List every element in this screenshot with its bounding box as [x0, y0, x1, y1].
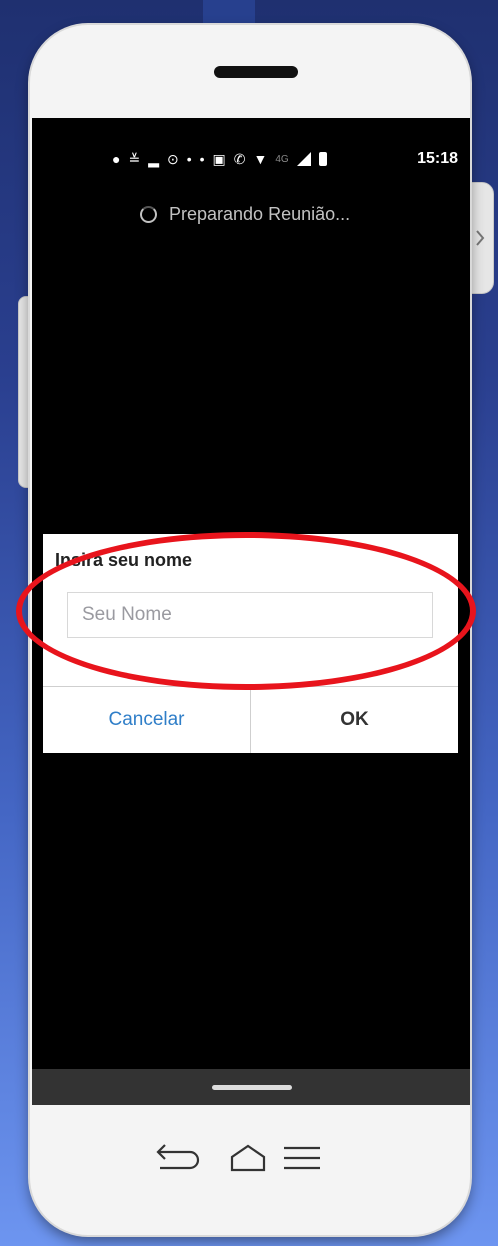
highlight-ellipse	[16, 532, 476, 690]
app-icon: ≚	[128, 150, 141, 167]
facebook-icon: ●	[112, 151, 121, 167]
call-icon: ✆	[233, 150, 246, 167]
dot-icon: •	[186, 151, 192, 167]
status-bar: ● ≚ ▂ ⊙ • • ▣ ✆ ▼ 4G 15:18	[32, 148, 470, 170]
record-icon: ⊙	[166, 150, 179, 167]
spinner-icon	[140, 206, 157, 223]
loading-indicator: Preparando Reunião...	[140, 204, 350, 225]
menu-icon[interactable]	[284, 1146, 320, 1170]
ok-button[interactable]: OK	[251, 687, 458, 753]
wifi-icon: ▼	[253, 151, 268, 167]
gesture-bar	[32, 1069, 470, 1105]
cancel-button[interactable]: Cancelar	[43, 687, 251, 753]
loading-text: Preparando Reunião...	[169, 204, 351, 224]
status-time: 15:18	[417, 150, 458, 167]
speaker-grille	[214, 66, 298, 78]
battery-icon	[318, 152, 327, 166]
signal-icon	[296, 152, 311, 166]
home-icon[interactable]	[230, 1144, 266, 1172]
back-icon[interactable]	[156, 1144, 200, 1170]
gesture-handle[interactable]	[212, 1085, 292, 1090]
dot-icon: •	[199, 151, 205, 167]
cast-icon: ▣	[212, 150, 226, 167]
boat-icon: ▂	[148, 150, 159, 167]
network-4g-icon: 4G	[275, 153, 289, 165]
navigation-keys	[156, 1144, 320, 1172]
status-icons: ● ≚ ▂ ⊙ • • ▣ ✆ ▼ 4G	[112, 148, 327, 170]
